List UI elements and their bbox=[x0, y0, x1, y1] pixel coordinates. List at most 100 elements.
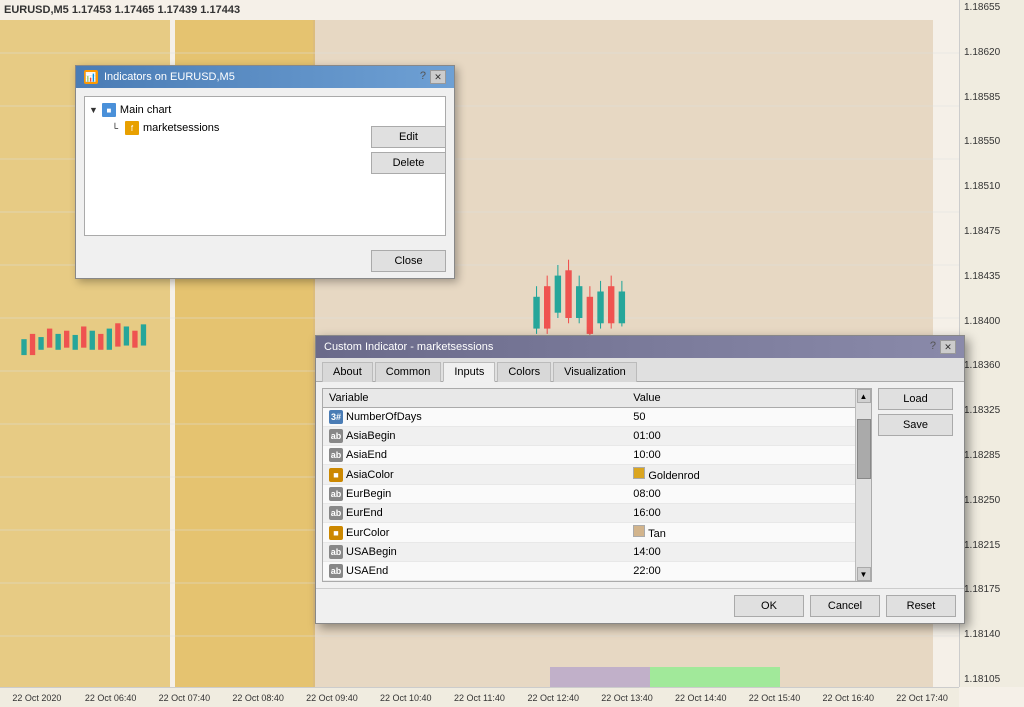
time-label: 22 Oct 09:40 bbox=[295, 693, 369, 703]
custom-dialog-title-area: Custom Indicator - marketsessions bbox=[324, 341, 493, 353]
tab-common-label: Common bbox=[386, 366, 431, 378]
ok-button[interactable]: OK bbox=[734, 595, 804, 617]
cancel-button[interactable]: Cancel bbox=[810, 595, 880, 617]
time-label: 22 Oct 06:40 bbox=[74, 693, 148, 703]
price-level: 1.18140 bbox=[964, 629, 1020, 640]
price-level: 1.18620 bbox=[964, 47, 1020, 58]
value-cell: Tan bbox=[627, 523, 855, 543]
reset-button[interactable]: Reset bbox=[886, 595, 956, 617]
time-label: 22 Oct 07:40 bbox=[148, 693, 222, 703]
variable-cell: 3#NumberOfDays bbox=[323, 408, 627, 427]
variable-cell: abUSABegin bbox=[323, 543, 627, 562]
tab-common[interactable]: Common bbox=[375, 362, 442, 382]
inputs-table-scroll: Variable Value 3#NumberOfDays50abAsiaBeg… bbox=[323, 389, 855, 581]
value-cell: 08:00 bbox=[627, 485, 855, 504]
price-level: 1.18360 bbox=[964, 360, 1020, 371]
load-button[interactable]: Load bbox=[878, 388, 953, 410]
time-label: 22 Oct 13:40 bbox=[590, 693, 664, 703]
table-row[interactable]: abEurEnd16:00 bbox=[323, 504, 855, 523]
indicators-close-button[interactable]: ✕ bbox=[430, 70, 446, 84]
side-buttons: Load Save bbox=[878, 388, 958, 582]
value-cell: 50 bbox=[627, 408, 855, 427]
custom-dialog-titlebar[interactable]: Custom Indicator - marketsessions ? ✕ bbox=[316, 336, 964, 358]
tab-inputs[interactable]: Inputs bbox=[443, 362, 495, 382]
inputs-table-wrapper: Variable Value 3#NumberOfDays50abAsiaBeg… bbox=[322, 388, 872, 582]
time-label: 22 Oct 15:40 bbox=[738, 693, 812, 703]
indicators-dialog-title: Indicators on EURUSD,M5 bbox=[104, 71, 235, 83]
price-level: 1.18655 bbox=[964, 2, 1020, 13]
price-level: 1.18215 bbox=[964, 540, 1020, 551]
custom-dialog-controls: ? ✕ bbox=[930, 340, 956, 354]
value-cell: 01:00 bbox=[627, 427, 855, 446]
table-row[interactable]: 3#NumberOfDays50 bbox=[323, 408, 855, 427]
tab-about[interactable]: About bbox=[322, 362, 373, 382]
time-label: 22 Oct 11:40 bbox=[443, 693, 517, 703]
scroll-down-arrow[interactable]: ▼ bbox=[857, 567, 871, 581]
price-level: 1.18105 bbox=[964, 674, 1020, 685]
variable-cell: abAsiaBegin bbox=[323, 427, 627, 446]
table-row[interactable]: ■EurColor Tan bbox=[323, 523, 855, 543]
indicators-dialog-title-area: 📊 Indicators on EURUSD,M5 bbox=[84, 70, 235, 84]
time-label: 22 Oct 12:40 bbox=[516, 693, 590, 703]
table-row[interactable]: abUSABegin14:00 bbox=[323, 543, 855, 562]
value-cell: 16:00 bbox=[627, 504, 855, 523]
save-button[interactable]: Save bbox=[878, 414, 953, 436]
main-chart-label: Main chart bbox=[120, 104, 171, 116]
tree-item-main-chart: ▼ ■ Main chart bbox=[89, 101, 441, 119]
close-button[interactable]: Close bbox=[371, 250, 446, 272]
indicators-dialog-titlebar[interactable]: 📊 Indicators on EURUSD,M5 ? ✕ bbox=[76, 66, 454, 88]
variable-cell: ■AsiaColor bbox=[323, 465, 627, 485]
variable-cell: abAsiaEnd bbox=[323, 446, 627, 465]
indicators-help-button[interactable]: ? bbox=[420, 70, 426, 84]
price-level: 1.18435 bbox=[964, 271, 1020, 282]
tab-colors[interactable]: Colors bbox=[497, 362, 551, 382]
chart-tree-icon: ■ bbox=[102, 103, 116, 117]
tab-visualization[interactable]: Visualization bbox=[553, 362, 637, 382]
table-row[interactable]: abAsiaBegin01:00 bbox=[323, 427, 855, 446]
time-label: 22 Oct 16:40 bbox=[811, 693, 885, 703]
variable-cell: abEurBegin bbox=[323, 485, 627, 504]
col-value-header: Value bbox=[627, 389, 855, 408]
indicators-dialog-content: ▼ ■ Main chart └ f marketsessions Edit D… bbox=[76, 88, 454, 244]
table-row[interactable]: ■AsiaColor Goldenrod bbox=[323, 465, 855, 485]
value-cell: Goldenrod bbox=[627, 465, 855, 485]
dialog-bottom-buttons: OK Cancel Reset bbox=[316, 588, 964, 623]
custom-indicator-dialog: Custom Indicator - marketsessions ? ✕ Ab… bbox=[315, 335, 965, 624]
table-row[interactable]: abAsiaEnd10:00 bbox=[323, 446, 855, 465]
time-label: 22 Oct 17:40 bbox=[885, 693, 959, 703]
delete-button[interactable]: Delete bbox=[371, 152, 446, 174]
custom-dialog-title: Custom Indicator - marketsessions bbox=[324, 341, 493, 353]
table-row[interactable]: abUSAEnd22:00 bbox=[323, 562, 855, 581]
custom-close-button[interactable]: ✕ bbox=[940, 340, 956, 354]
table-row[interactable]: abEurBegin08:00 bbox=[323, 485, 855, 504]
tab-inputs-label: Inputs bbox=[454, 366, 484, 378]
custom-help-button[interactable]: ? bbox=[930, 340, 936, 354]
edit-button[interactable]: Edit bbox=[371, 126, 446, 148]
indicators-action-buttons: Edit Delete bbox=[371, 126, 446, 174]
indicator-label: marketsessions bbox=[143, 122, 219, 134]
chart-symbol-label: EURUSD,M5 1.17453 1.17465 1.17439 1.1744… bbox=[4, 4, 240, 16]
variable-cell: abEurEnd bbox=[323, 504, 627, 523]
price-level: 1.18400 bbox=[964, 316, 1020, 327]
variable-cell: abUSAEnd bbox=[323, 562, 627, 581]
time-label: 22 Oct 08:40 bbox=[221, 693, 295, 703]
table-scrollbar[interactable]: ▲ ▼ bbox=[855, 389, 871, 581]
time-label: 22 Oct 14:40 bbox=[664, 693, 738, 703]
indicators-dialog: 📊 Indicators on EURUSD,M5 ? ✕ ▼ ■ Main c… bbox=[75, 65, 455, 279]
time-axis: 22 Oct 2020 22 Oct 06:40 22 Oct 07:40 22… bbox=[0, 687, 959, 707]
chart-header: EURUSD,M5 1.17453 1.17465 1.17439 1.1744… bbox=[4, 4, 240, 16]
value-cell: 22:00 bbox=[627, 562, 855, 581]
tab-colors-label: Colors bbox=[508, 366, 540, 378]
price-level: 1.18175 bbox=[964, 584, 1020, 595]
scroll-up-arrow[interactable]: ▲ bbox=[857, 389, 871, 403]
price-axis: 1.18655 1.18620 1.18585 1.18550 1.18510 … bbox=[959, 0, 1024, 687]
variable-cell: ■EurColor bbox=[323, 523, 627, 543]
price-level: 1.18475 bbox=[964, 226, 1020, 237]
expand-icon[interactable]: ▼ bbox=[89, 105, 98, 115]
price-level: 1.18250 bbox=[964, 495, 1020, 506]
price-level: 1.18550 bbox=[964, 136, 1020, 147]
price-level: 1.18285 bbox=[964, 450, 1020, 461]
scrollbar-thumb[interactable] bbox=[857, 419, 871, 479]
value-cell: 10:00 bbox=[627, 446, 855, 465]
tab-about-label: About bbox=[333, 366, 362, 378]
